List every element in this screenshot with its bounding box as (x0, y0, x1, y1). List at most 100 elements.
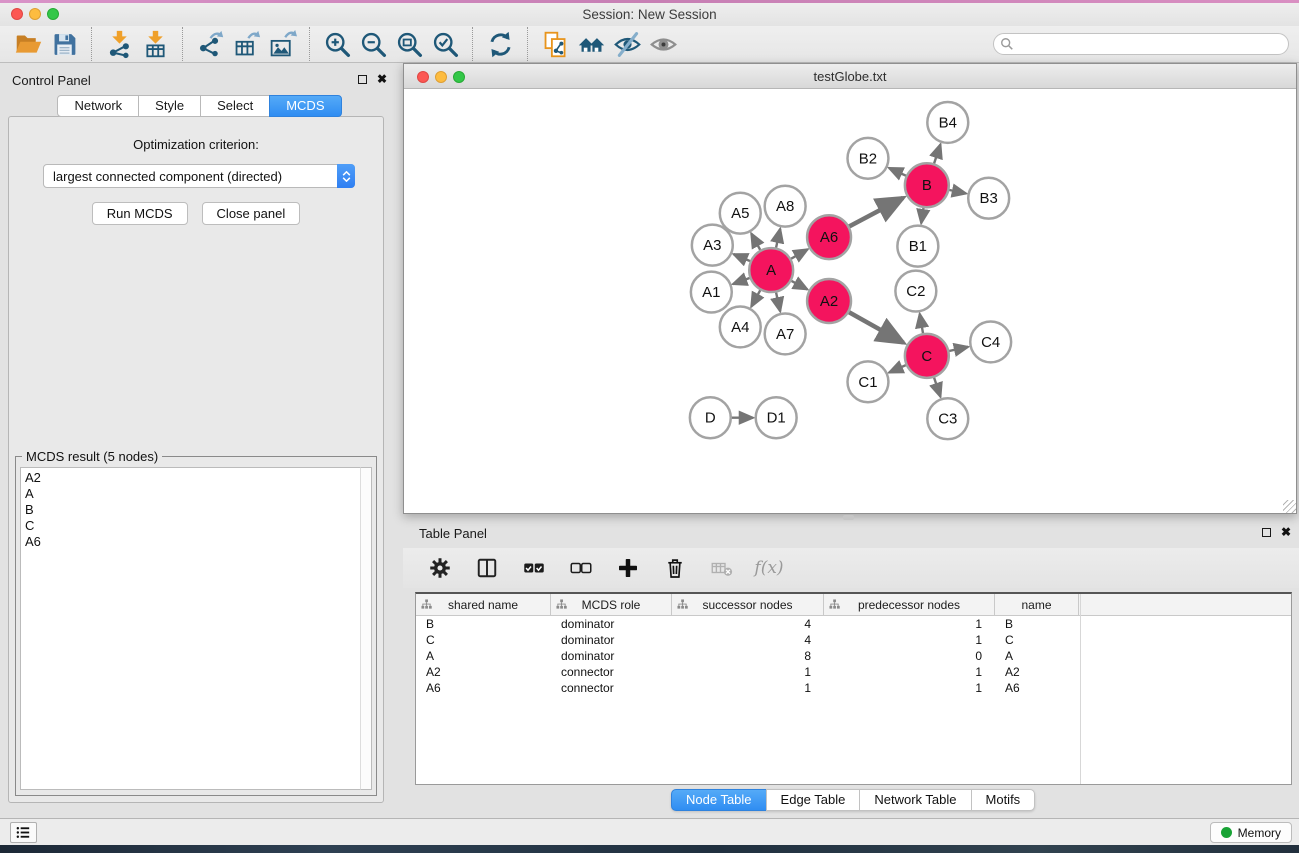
hide-selected-button[interactable] (609, 28, 645, 60)
network-from-selection-button[interactable] (537, 28, 573, 60)
graph-node[interactable]: B4 (927, 102, 968, 143)
horizontal-scrollbar-thumb[interactable] (843, 515, 854, 520)
column-header[interactable]: name (995, 594, 1079, 616)
graph-node[interactable]: C4 (970, 321, 1011, 362)
mcds-result-item[interactable]: C (25, 518, 360, 534)
open-session-button[interactable] (10, 28, 46, 60)
function-builder-button[interactable]: f(x) (754, 553, 784, 583)
table-row[interactable]: A6connector11A6 (416, 680, 1291, 696)
close-window-button[interactable] (11, 8, 23, 20)
graph-node[interactable]: A8 (765, 186, 806, 227)
mcds-result-item[interactable]: B (25, 502, 360, 518)
minimize-network-button[interactable] (435, 71, 447, 83)
minimize-window-button[interactable] (29, 8, 41, 20)
table-cell[interactable]: 1 (672, 680, 824, 696)
graph-node[interactable]: A3 (692, 225, 733, 266)
graph-node[interactable]: A2 (807, 279, 851, 323)
graph-node[interactable]: D1 (756, 397, 797, 438)
table-cell[interactable]: A2 (995, 664, 1079, 680)
zoom-selected-button[interactable] (427, 28, 463, 60)
table-cell[interactable]: 4 (672, 632, 824, 648)
graph-node[interactable]: B1 (897, 226, 938, 267)
graph-node[interactable]: C1 (848, 361, 889, 402)
deselect-all-columns-button[interactable] (566, 553, 596, 583)
table-cell[interactable]: B (416, 616, 551, 632)
export-image-button[interactable] (264, 28, 300, 60)
result-scrollbar[interactable] (360, 467, 372, 790)
column-header[interactable]: successor nodes (672, 594, 824, 616)
graph-node[interactable]: A1 (691, 272, 732, 313)
close-table-panel-icon[interactable]: ✖ (1281, 526, 1291, 538)
table-row[interactable]: Adominator80A (416, 648, 1291, 664)
table-row[interactable]: Bdominator41B (416, 616, 1291, 632)
table-cell[interactable]: dominator (551, 616, 672, 632)
table-row[interactable]: Cdominator41C (416, 632, 1291, 648)
tab-select[interactable]: Select (200, 95, 270, 117)
graph-node[interactable]: B (905, 163, 949, 207)
close-panel-icon[interactable]: ✖ (377, 73, 387, 85)
memory-button[interactable]: Memory (1210, 822, 1292, 843)
show-all-button[interactable] (645, 28, 681, 60)
table-settings-button[interactable] (425, 553, 455, 583)
table-cell[interactable]: A2 (416, 664, 551, 680)
delete-column-button[interactable] (660, 553, 690, 583)
run-mcds-button[interactable]: Run MCDS (92, 202, 188, 225)
export-table-button[interactable] (228, 28, 264, 60)
table-cell[interactable]: 0 (824, 648, 995, 664)
table-cell[interactable]: C (995, 632, 1079, 648)
graph-node[interactable]: C3 (927, 398, 968, 439)
save-session-button[interactable] (46, 28, 82, 60)
network-canvas[interactable]: B4 B2 B B3 A8A5 A6 A3 B1 A C2 A1 A2 A4A7 C4 C C1 C3 D D1 (404, 89, 1296, 513)
graph-node[interactable]: A4 (720, 306, 761, 347)
float-table-panel-icon[interactable] (1262, 528, 1271, 537)
graph-node[interactable]: B3 (968, 178, 1009, 219)
mcds-result-list[interactable]: A2ABCA6 (20, 467, 360, 790)
table-cell[interactable]: 1 (672, 664, 824, 680)
refresh-layout-button[interactable] (482, 28, 518, 60)
first-neighbors-button[interactable] (573, 28, 609, 60)
table-cell[interactable]: 1 (824, 632, 995, 648)
table-cell[interactable]: A (416, 648, 551, 664)
graph-node[interactable]: A (749, 248, 793, 292)
graph-node[interactable]: A7 (765, 313, 806, 354)
graph-node[interactable]: A5 (720, 193, 761, 234)
graph-node[interactable]: B2 (848, 138, 889, 179)
search-input[interactable] (993, 33, 1289, 55)
mcds-result-item[interactable]: A6 (25, 534, 360, 550)
table-cell[interactable]: 1 (824, 664, 995, 680)
network-window-titlebar[interactable]: testGlobe.txt (404, 64, 1296, 89)
column-header[interactable]: MCDS role (551, 594, 672, 616)
delete-table-button[interactable] (707, 553, 737, 583)
tab-edge-table[interactable]: Edge Table (766, 789, 861, 811)
tab-network[interactable]: Network (57, 95, 139, 117)
table-cell[interactable]: C (416, 632, 551, 648)
table-cell[interactable]: 1 (824, 680, 995, 696)
table-row[interactable]: A2connector11A2 (416, 664, 1291, 680)
zoom-in-button[interactable] (319, 28, 355, 60)
zoom-network-button[interactable] (453, 71, 465, 83)
table-cell[interactable]: connector (551, 680, 672, 696)
export-network-button[interactable] (192, 28, 228, 60)
float-panel-icon[interactable] (358, 75, 367, 84)
zoom-window-button[interactable] (47, 8, 59, 20)
column-header[interactable]: shared name (416, 594, 551, 616)
split-view-button[interactable] (472, 553, 502, 583)
table-cell[interactable]: dominator (551, 632, 672, 648)
mcds-result-item[interactable]: A2 (25, 470, 360, 486)
tab-style[interactable]: Style (138, 95, 201, 117)
table-cell[interactable]: 4 (672, 616, 824, 632)
resize-grip[interactable] (1283, 500, 1296, 513)
graph-node[interactable]: C (905, 334, 949, 378)
criterion-dropdown[interactable]: largest connected component (directed) (43, 164, 355, 188)
graph-node[interactable]: C2 (895, 271, 936, 312)
table-cell[interactable]: B (995, 616, 1079, 632)
tab-node-table[interactable]: Node Table (671, 789, 767, 811)
tab-mcds[interactable]: MCDS (269, 95, 341, 117)
tab-motifs[interactable]: Motifs (971, 789, 1036, 811)
graph-node[interactable]: A6 (807, 215, 851, 259)
import-table-button[interactable] (137, 28, 173, 60)
graph-node[interactable]: D (690, 397, 731, 438)
task-history-button[interactable] (10, 822, 37, 843)
mcds-result-item[interactable]: A (25, 486, 360, 502)
tab-network-table[interactable]: Network Table (859, 789, 971, 811)
